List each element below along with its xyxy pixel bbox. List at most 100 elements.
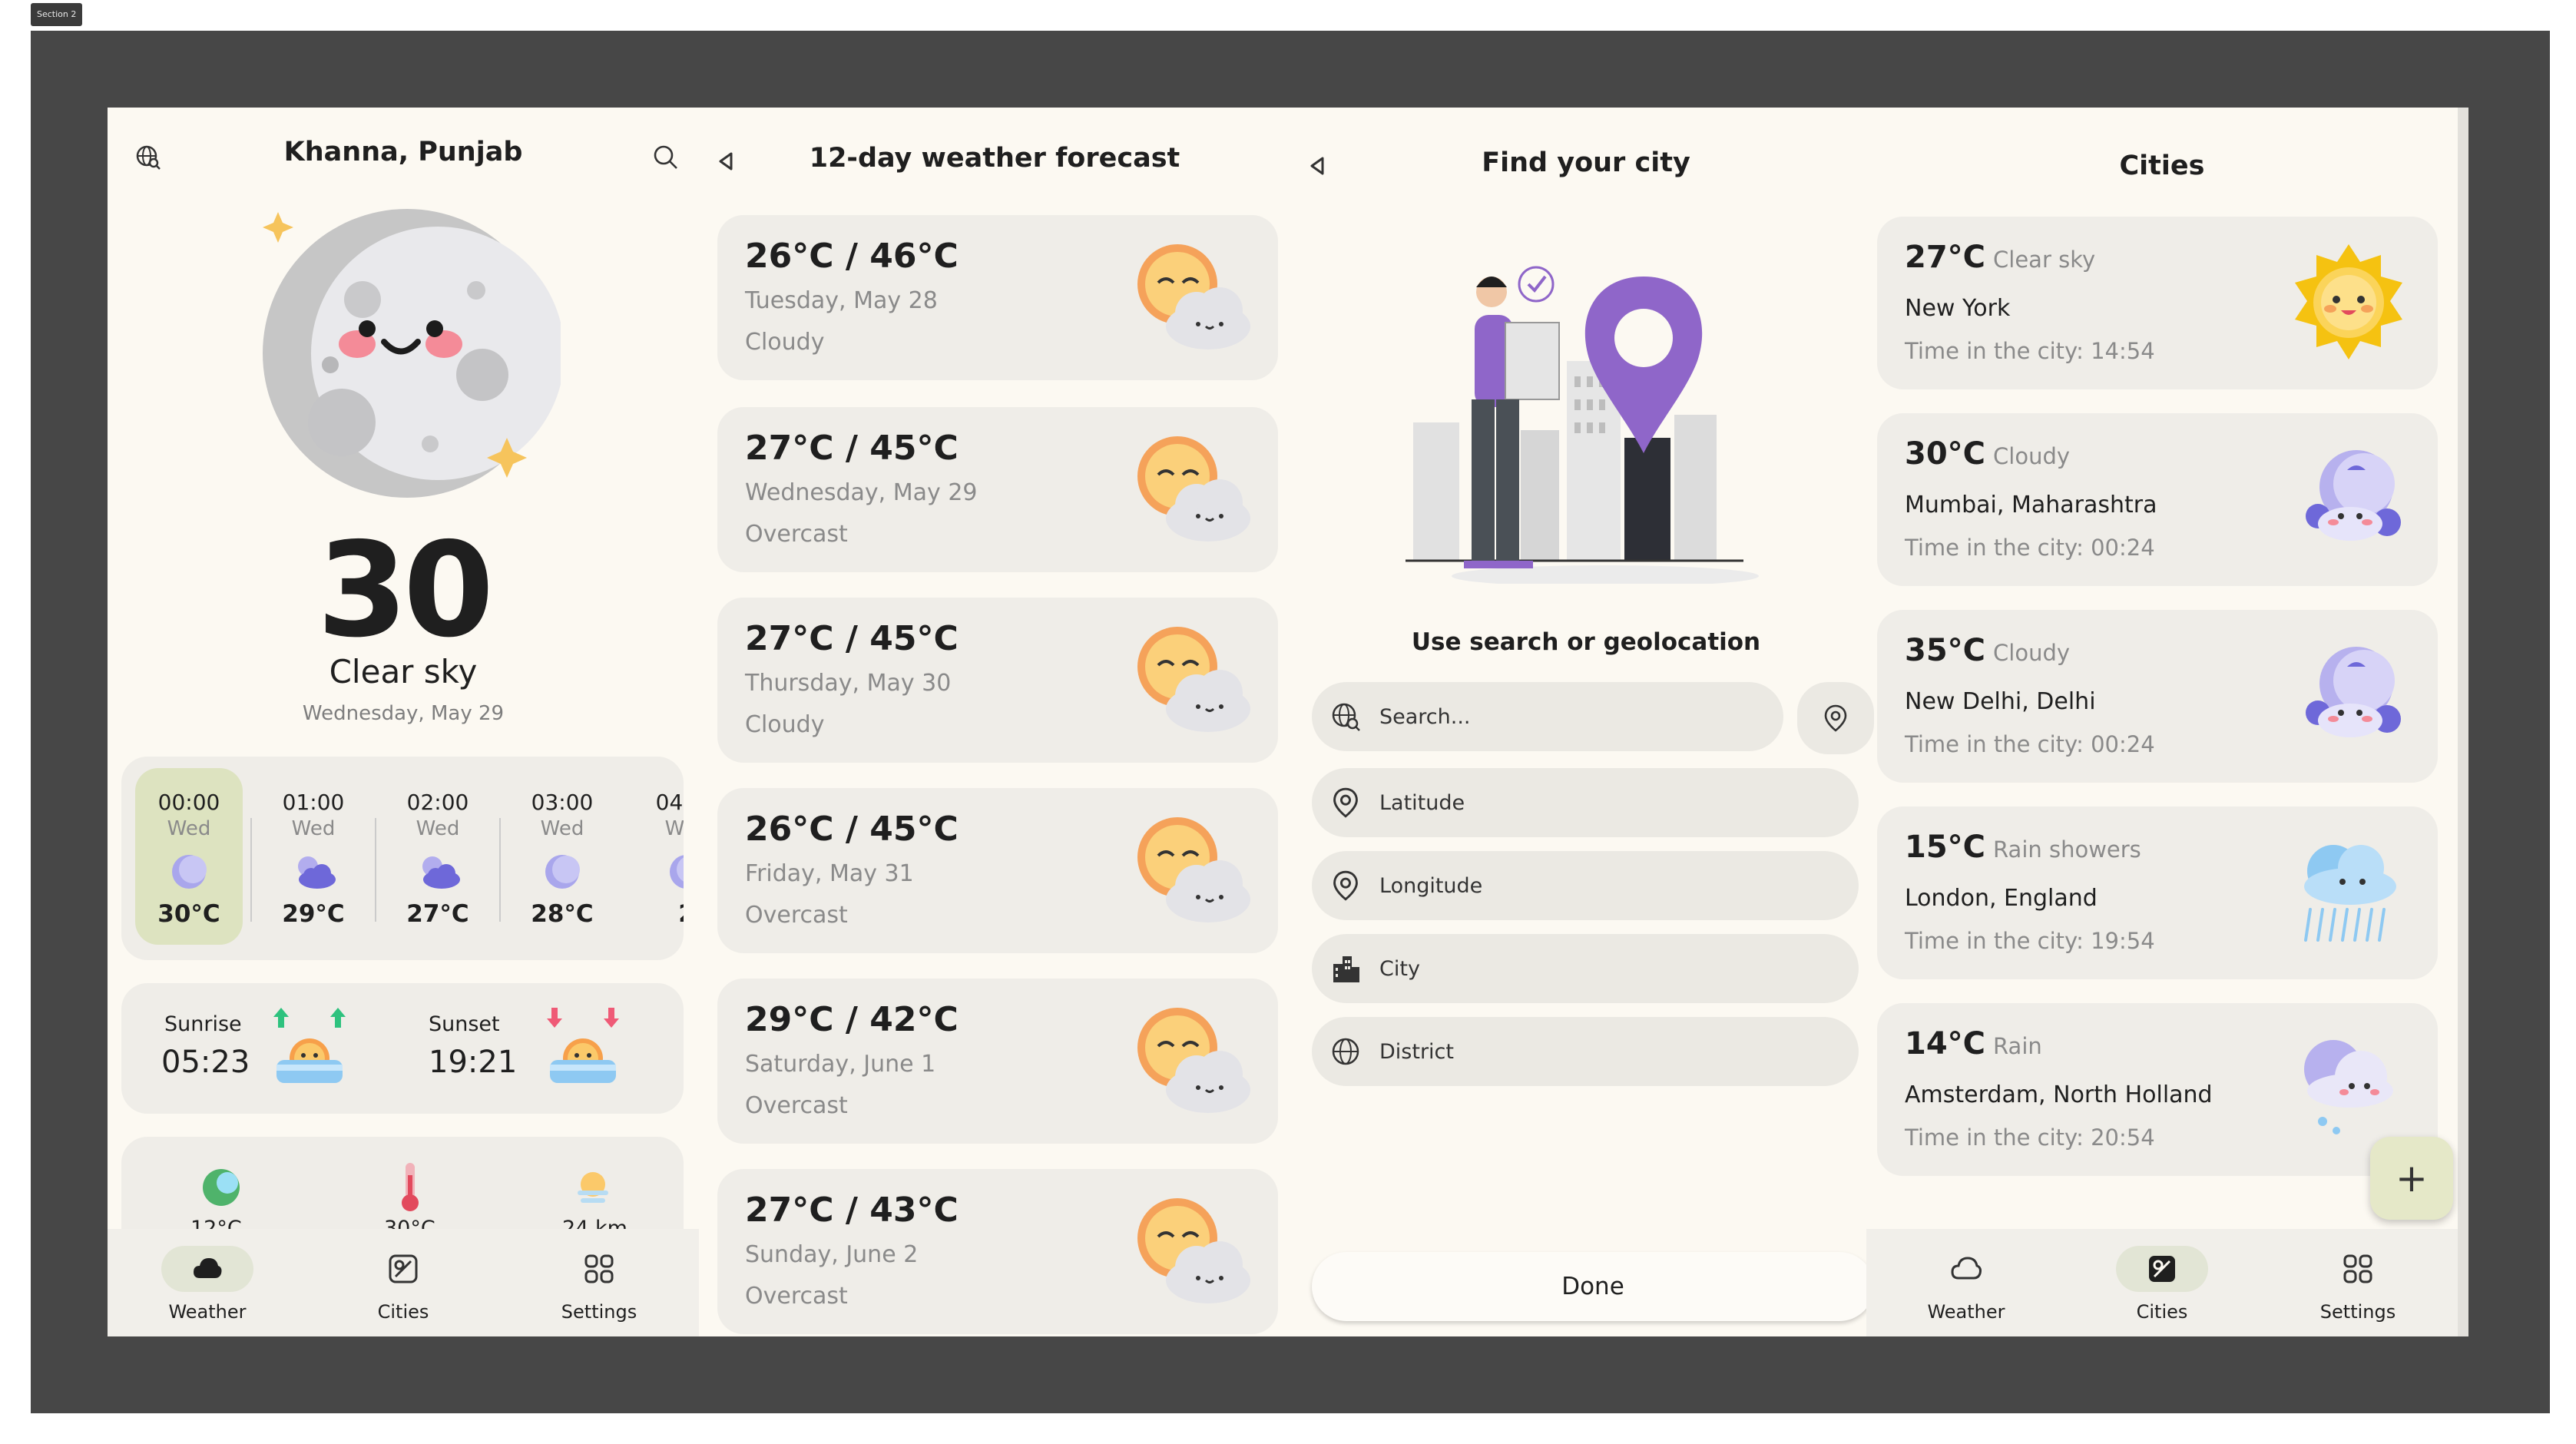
cities-screen: Cities 27°C Clear sky New York Time in th…: [1866, 108, 2458, 1336]
hourly-item[interactable]: 04:00 Wed 2: [633, 768, 684, 945]
hour-temp: 29°C: [282, 900, 345, 928]
cloudy-moon-icon: [2306, 647, 2401, 737]
weather-screen: Khanna, Punjab 30 Clear sky Wednesday, M…: [108, 108, 699, 1336]
day-condition: Overcast: [745, 1283, 848, 1310]
forecast-day-card[interactable]: 27°C / 43°C Sunday, June 2 Overcast: [717, 1169, 1278, 1334]
hourly-forecast-strip[interactable]: 00:00 Wed 30°C 01:00 Wed 29°C 02:00 Wed …: [121, 757, 684, 960]
rain-moon-icon: [2304, 1040, 2393, 1134]
dew-point-icon: [203, 1169, 240, 1206]
sunrise-time: 05:23: [161, 1045, 250, 1080]
city-condition: Rain showers: [1993, 836, 2141, 863]
current-date: Wednesday, May 29: [302, 702, 505, 725]
city-time: Time in the city: 14:54: [1905, 338, 2155, 364]
cities-title: Cities: [2119, 151, 2205, 181]
city-condition: Cloudy: [1993, 640, 2071, 666]
sunset-time: 19:21: [429, 1045, 518, 1080]
day-date: Thursday, May 30: [745, 670, 952, 697]
day-condition: Overcast: [745, 1092, 848, 1119]
day-date: Friday, May 31: [745, 860, 914, 887]
moon-icon: [670, 855, 684, 889]
city-map-illustration: [1406, 266, 1759, 584]
hourly-item[interactable]: 02:00 Wed 27°C: [384, 768, 492, 945]
nav-cities[interactable]: Cities: [326, 1246, 480, 1323]
current-temperature: 30: [316, 515, 495, 667]
moon-icon: [172, 855, 207, 889]
cities-map-icon: [389, 1254, 418, 1283]
hour-time: 04:00: [655, 790, 684, 815]
rain-cloud-icon: [2304, 845, 2396, 942]
nav-weather[interactable]: Weather: [131, 1246, 284, 1323]
nav-settings[interactable]: Settings: [2281, 1246, 2435, 1323]
city-condition: Cloudy: [1993, 443, 2071, 469]
city-name: New York: [1905, 295, 2011, 322]
city-card[interactable]: 15°C Rain showers London, England Time in…: [1877, 806, 2438, 979]
city-name: New Delhi, Delhi: [1905, 688, 2096, 715]
hourly-item[interactable]: 00:00 Wed 30°C: [135, 768, 243, 945]
latitude-field[interactable]: Latitude: [1312, 768, 1859, 837]
hour-time: 03:00: [531, 790, 594, 815]
find-city-screen: Find your city Use search or geolocation…: [1290, 108, 1882, 1336]
section-tag: Section 2: [31, 3, 83, 26]
nav-cities[interactable]: Cities: [2085, 1246, 2239, 1323]
bottom-nav: Weather Cities Settings: [1866, 1229, 2458, 1336]
city-temp: 27°C Clear sky: [1905, 240, 2096, 275]
hourly-item[interactable]: 03:00 Wed 28°C: [508, 768, 616, 945]
nav-settings[interactable]: Settings: [522, 1246, 676, 1323]
partly-cloudy-icon: [1137, 244, 1250, 349]
partly-cloudy-icon: [1137, 817, 1250, 922]
city-card[interactable]: 14°C Rain Amsterdam, North Holland Time i…: [1877, 1003, 2438, 1176]
scrollbar[interactable]: [2458, 108, 2468, 1336]
forecast-day-card[interactable]: 27°C / 45°C Wednesday, May 29 Overcast: [717, 407, 1278, 572]
sunset-icon: [547, 1008, 619, 1083]
find-city-subtitle: Use search or geolocation: [1411, 628, 1761, 656]
location-pin-icon: [1333, 870, 1358, 901]
city-temp: 14°C Rain: [1905, 1026, 2042, 1061]
forecast-day-card[interactable]: 27°C / 45°C Thursday, May 30 Cloudy: [717, 598, 1278, 763]
day-condition: Cloudy: [745, 329, 825, 356]
hour-time: 00:00: [157, 790, 220, 815]
nav-label: Cities: [2136, 1301, 2188, 1323]
hour-temp: 30°C: [157, 900, 220, 928]
day-condition: Cloudy: [745, 711, 825, 738]
globe-icon: [1332, 1038, 1359, 1065]
search-field[interactable]: Search...: [1312, 682, 1783, 751]
city-field[interactable]: City: [1312, 934, 1859, 1003]
city-card[interactable]: 35°C Cloudy New Delhi, Delhi Time in the …: [1877, 610, 2438, 783]
location-title: Khanna, Punjab: [283, 137, 523, 167]
find-city-title: Find your city: [1482, 147, 1690, 178]
nav-weather[interactable]: Weather: [1889, 1246, 2043, 1323]
hour-time: 01:00: [282, 790, 345, 815]
search-placeholder: Search...: [1379, 705, 1471, 729]
city-time: Time in the city: 00:24: [1905, 731, 2155, 757]
longitude-field[interactable]: Longitude: [1312, 851, 1859, 920]
search-icon[interactable]: [653, 144, 679, 171]
partly-cloudy-icon: [1137, 436, 1250, 542]
add-city-button[interactable]: +: [2370, 1137, 2453, 1220]
cloudy-night-icon: [298, 856, 336, 889]
day-temp-range: 26°C / 45°C: [745, 810, 959, 849]
city-time: Time in the city: 19:54: [1905, 928, 2155, 954]
city-card[interactable]: 30°C Cloudy Mumbai, Maharashtra Time in t…: [1877, 413, 2438, 586]
day-temp-range: 29°C / 42°C: [745, 1000, 959, 1039]
day-date: Saturday, June 1: [745, 1051, 936, 1078]
location-pin-icon: [1333, 787, 1358, 818]
forecast-day-card[interactable]: 26°C / 45°C Friday, May 31 Overcast: [717, 788, 1278, 953]
city-card[interactable]: 27°C Clear sky New York Time in the city:…: [1877, 217, 2438, 389]
done-button[interactable]: Done: [1312, 1252, 1874, 1321]
hour-day: Wed: [540, 817, 584, 840]
day-date: Wednesday, May 29: [745, 479, 978, 506]
geolocation-button[interactable]: [1797, 682, 1874, 754]
forecast-day-card[interactable]: 26°C / 46°C Tuesday, May 28 Cloudy: [717, 215, 1278, 380]
settings-grid-icon: [2343, 1254, 2372, 1283]
partly-cloudy-icon: [1137, 1198, 1250, 1303]
weather-icon: [1951, 1257, 1982, 1280]
hour-temp: 27°C: [406, 900, 469, 928]
hour-day: Wed: [291, 817, 336, 840]
day-date: Sunday, June 2: [745, 1241, 919, 1268]
visibility-icon: [578, 1172, 608, 1203]
forecast-day-card[interactable]: 29°C / 42°C Saturday, June 1 Overcast: [717, 979, 1278, 1144]
city-condition: Clear sky: [1993, 247, 2096, 273]
hourly-item[interactable]: 01:00 Wed 29°C: [260, 768, 367, 945]
city-name: London, England: [1905, 885, 2098, 912]
district-field[interactable]: District: [1312, 1017, 1859, 1086]
